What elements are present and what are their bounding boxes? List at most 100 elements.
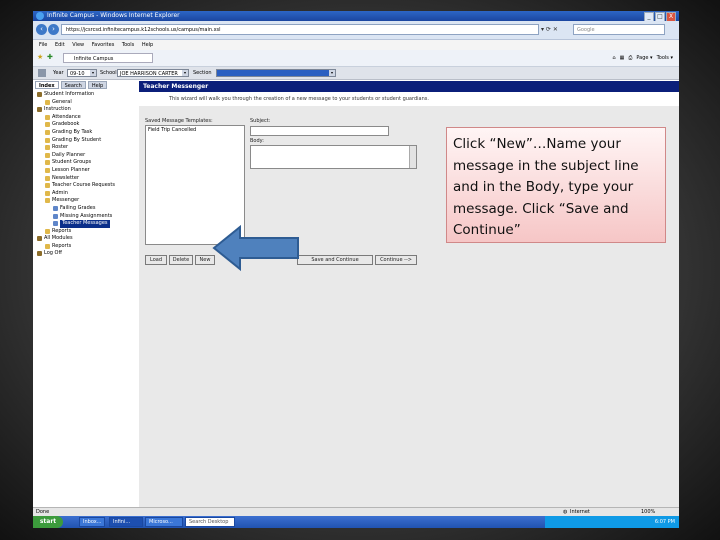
back-icon[interactable]: ‹	[36, 24, 47, 35]
refresh-stop-icons[interactable]: ▾ ⟳ ✕	[541, 24, 567, 35]
start-button[interactable]: start	[33, 516, 63, 528]
taskbar-item-inbox[interactable]: Inbox...	[79, 517, 105, 527]
tab-index[interactable]: Index	[35, 81, 59, 89]
callout-text: Click “New”…Name your message in the sub…	[453, 136, 639, 238]
tree-item[interactable]: Newsletter	[35, 175, 135, 183]
folder-icon	[45, 190, 50, 196]
menu-file[interactable]: File	[39, 40, 47, 50]
menu-help[interactable]: Help	[142, 40, 153, 50]
folder-icon	[45, 152, 50, 158]
folder-icon	[37, 92, 42, 97]
command-bar: ⌂ ▦ ⎙ Page ▾ Tools ▾	[612, 53, 673, 63]
body-scrollbar[interactable]	[409, 146, 416, 168]
tree-item[interactable]: Daily Planner	[35, 152, 135, 160]
menu-favorites[interactable]: Favorites	[92, 40, 115, 50]
tree-item-label: General	[52, 98, 72, 105]
folder-icon	[37, 251, 42, 257]
tree-item-label: Lesson Planner	[52, 166, 90, 173]
ie-icon	[36, 12, 44, 20]
favorites-star-icon[interactable]: ★	[37, 53, 43, 61]
tree-item[interactable]: Grading By Task	[35, 129, 135, 137]
window-title: Infinite Campus - Windows Internet Explo…	[47, 12, 180, 19]
tools-menu[interactable]: Tools ▾	[657, 53, 673, 63]
tree-item[interactable]: Reports	[35, 228, 135, 236]
taskbar-item-infinite-campus[interactable]: Infini...	[109, 517, 143, 527]
tree-item[interactable]: Student Groups	[35, 159, 135, 167]
menu-tools[interactable]: Tools	[122, 40, 134, 50]
menu-edit[interactable]: Edit	[55, 40, 65, 50]
folder-icon	[45, 167, 50, 173]
folder-icon	[45, 137, 50, 143]
tree-item[interactable]: Student Information	[35, 91, 135, 99]
load-button[interactable]: Load	[145, 255, 167, 265]
tree-item[interactable]: Missing Assignments	[35, 213, 135, 221]
tree-item[interactable]: Reports	[35, 243, 135, 251]
tree-item[interactable]: Roster	[35, 144, 135, 152]
tree-item[interactable]: Failing Grades	[35, 205, 135, 213]
tree-item-label: Daily Planner	[52, 151, 86, 158]
browser-title-bar: Infinite Campus - Windows Internet Explo…	[33, 11, 679, 22]
tree-item-label: Reports	[52, 227, 72, 234]
section-select[interactable]: ▾	[216, 69, 336, 77]
browser-tab[interactable]: Infinite Campus	[63, 53, 153, 63]
subject-label: Subject:	[250, 118, 271, 124]
chevron-down-icon: ▾	[182, 70, 188, 76]
folder-icon	[45, 129, 50, 135]
home-icon[interactable]: ⌂	[612, 53, 615, 63]
tree-item[interactable]: Teacher Messages	[35, 220, 135, 228]
school-select[interactable]: JOE HARRISON CARTER ▾	[117, 69, 189, 77]
search-input[interactable]: Google	[573, 24, 665, 35]
slide-frame: Infinite Campus - Windows Internet Explo…	[33, 11, 679, 528]
forward-icon[interactable]: ›	[48, 24, 59, 35]
save-and-continue-button[interactable]: Save and Continue	[297, 255, 373, 265]
body-textarea[interactable]	[250, 145, 417, 169]
delete-button[interactable]: Delete	[169, 255, 193, 265]
tree-item-label: Instruction	[44, 106, 71, 113]
tree-item-label: All Modules	[44, 235, 73, 242]
tree-item-label: Failing Grades	[60, 204, 96, 211]
folder-icon	[37, 107, 42, 113]
tree-item[interactable]: Grading By Student	[35, 137, 135, 145]
menu-view[interactable]: View	[72, 40, 84, 50]
tree-item-label: Teacher Messages	[60, 220, 110, 228]
tree-item[interactable]: Lesson Planner	[35, 167, 135, 175]
desktop-search-input[interactable]: Search Desktop	[185, 517, 235, 527]
tree-item[interactable]: All Modules	[35, 235, 135, 243]
folder-icon	[45, 122, 50, 128]
address-bar[interactable]: https://jcsrcsd.infinitecampus.k12school…	[61, 24, 539, 35]
tree-item-label: Grading By Student	[52, 136, 102, 143]
subject-input[interactable]	[250, 126, 389, 136]
page-icon	[53, 213, 58, 219]
tree-item[interactable]: Instruction	[35, 106, 135, 114]
templates-label: Saved Message Templates:	[145, 118, 213, 124]
tree-item[interactable]: Log Off	[35, 250, 135, 258]
clock: 6:07 PM	[654, 519, 675, 525]
tree-item-label: Log Off	[44, 250, 62, 257]
body-label: Body:	[250, 138, 264, 144]
chevron-down-icon: ▾	[90, 70, 96, 76]
feeds-icon[interactable]: ▦	[620, 53, 625, 63]
tree-item[interactable]: Messenger	[35, 197, 135, 205]
tree-item[interactable]: General	[35, 99, 135, 107]
continue-button[interactable]: Continue -->	[375, 255, 417, 265]
tab-search[interactable]: Search	[60, 81, 86, 89]
chevron-down-icon: ▾	[329, 70, 335, 76]
add-favorite-icon[interactable]: ✚	[47, 53, 53, 61]
year-select[interactable]: 09-10 ▾	[67, 69, 97, 77]
template-item[interactable]: Field Trip Cancelled	[148, 127, 242, 133]
tab-help[interactable]: Help	[87, 81, 108, 89]
tree-item[interactable]: Admin	[35, 190, 135, 198]
tree-item[interactable]: Teacher Course Requests	[35, 182, 135, 190]
taskbar-item-microsoft[interactable]: Microso...	[145, 517, 183, 527]
folder-icon	[45, 228, 50, 234]
app-context-bar: Year 09-10 ▾ School JOE HARRISON CARTER …	[33, 67, 679, 80]
print-icon[interactable]: ⎙	[628, 53, 632, 63]
nav-tabs: Index Search Help	[35, 81, 135, 89]
page-menu[interactable]: Page ▾	[636, 53, 652, 63]
navigation-tree: Student Information General Instruction Att…	[35, 91, 135, 258]
folder-icon	[45, 145, 50, 151]
tree-item-label: Grading By Task	[52, 128, 93, 135]
instruction-callout: Click “New”…Name your message in the sub…	[446, 127, 666, 243]
tree-item[interactable]: Gradebook	[35, 121, 135, 129]
tree-item[interactable]: Attendance	[35, 114, 135, 122]
